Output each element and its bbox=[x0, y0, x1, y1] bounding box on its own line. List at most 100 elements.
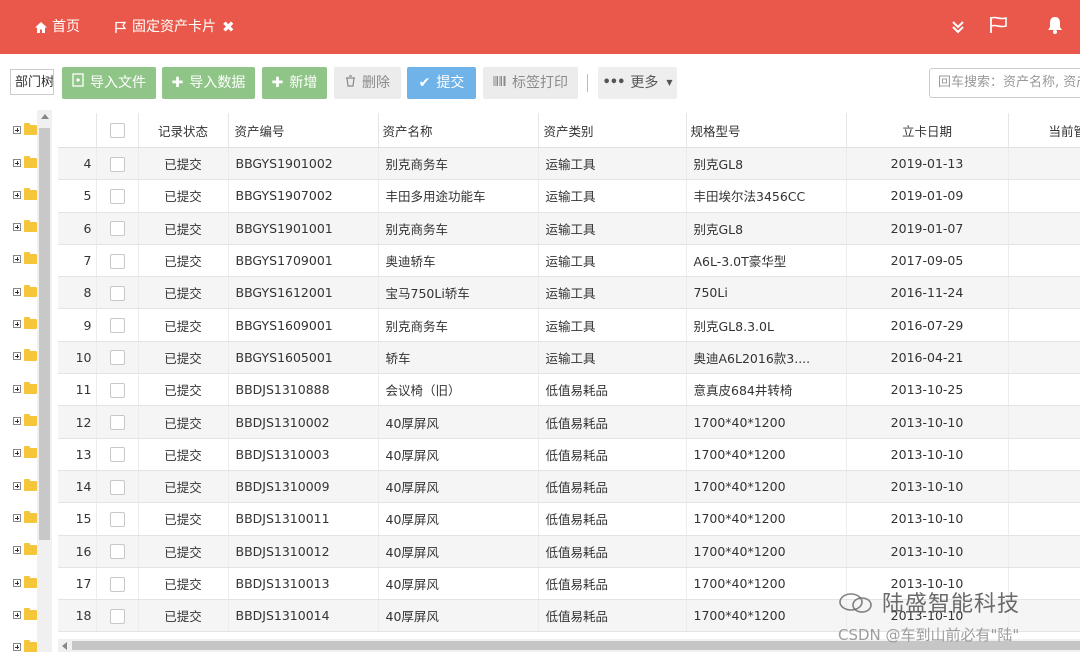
table-row[interactable]: 4 已提交 BBGYS1901002 别克商务车 运输工具 别克GL8 2019-01-13… bbox=[58, 147, 1080, 181]
header-select-all[interactable] bbox=[96, 113, 139, 148]
expand-plus-icon[interactable] bbox=[13, 417, 21, 425]
expand-plus-icon[interactable] bbox=[13, 579, 21, 587]
close-icon[interactable]: ✖ bbox=[222, 1, 235, 53]
table-row[interactable]: 15 已提交 BBDJS1310011 40厚屏风 低值易耗品 1700*40*1200 2… bbox=[58, 502, 1080, 536]
header-name[interactable]: 资产名称 bbox=[378, 113, 539, 148]
row-checkbox[interactable] bbox=[109, 447, 125, 463]
tree-scrollbar-thumb[interactable] bbox=[39, 128, 50, 540]
table-row[interactable]: 11 已提交 BBDJS1310888 会议椅（旧） 低值易耗品 意真皮684井转椅 201… bbox=[58, 373, 1080, 407]
row-checkbox[interactable] bbox=[109, 221, 125, 237]
table-row[interactable]: 8 已提交 BBGYS1612001 宝马750Li轿车 运输工具 750Li 2016-1… bbox=[58, 276, 1080, 310]
header-date[interactable]: 立卡日期 bbox=[846, 113, 1009, 148]
expand-plus-icon[interactable] bbox=[13, 546, 21, 554]
header-status[interactable]: 记录状态 bbox=[138, 113, 229, 148]
tree-node[interactable] bbox=[13, 123, 39, 136]
tree-node[interactable] bbox=[13, 188, 39, 201]
select-all-checkbox[interactable] bbox=[109, 123, 125, 138]
cell-date: 2013-10-25 bbox=[846, 373, 1009, 407]
expand-plus-icon[interactable] bbox=[13, 514, 21, 522]
bell-icon[interactable] bbox=[1046, 15, 1064, 35]
tab-asset-card[interactable]: 固定资产卡片 ✖ bbox=[114, 0, 235, 54]
tree-node[interactable] bbox=[13, 576, 39, 589]
expand-plus-icon[interactable] bbox=[13, 320, 21, 328]
table-row[interactable]: 16 已提交 BBDJS1310012 40厚屏风 低值易耗品 1700*40*1200 2… bbox=[58, 535, 1080, 568]
row-checkbox[interactable] bbox=[109, 156, 125, 172]
tree-node[interactable] bbox=[13, 446, 39, 459]
cell-code: BBGYS1901002 bbox=[228, 147, 379, 181]
add-button[interactable]: ✚ 新增 bbox=[262, 67, 327, 99]
trash-icon bbox=[345, 67, 356, 99]
tree-node[interactable] bbox=[13, 414, 39, 427]
more-dropdown[interactable]: ••• 更多 ▼ bbox=[598, 67, 677, 99]
tree-node[interactable] bbox=[13, 608, 39, 621]
tree-node[interactable] bbox=[13, 511, 39, 524]
row-checkbox[interactable] bbox=[109, 415, 125, 431]
tree-node[interactable] bbox=[13, 317, 39, 330]
cell-status: 已提交 bbox=[138, 567, 229, 601]
table-row[interactable]: 9 已提交 BBGYS1609001 别克商务车 运输工具 别克GL8.3.0L 2016-… bbox=[58, 308, 1080, 342]
dept-tree-selector[interactable]: 部门树 bbox=[10, 69, 54, 95]
expand-plus-icon[interactable] bbox=[13, 352, 21, 360]
expand-plus-icon[interactable] bbox=[13, 385, 21, 393]
cell-code: BBDJS1310011 bbox=[228, 502, 379, 536]
tree-node[interactable] bbox=[13, 285, 39, 298]
header-model[interactable]: 规格型号 bbox=[686, 113, 847, 148]
expand-plus-icon[interactable] bbox=[13, 449, 21, 457]
submit-button[interactable]: ✔ 提交 bbox=[407, 67, 476, 99]
table-row[interactable]: 12 已提交 BBDJS1310002 40厚屏风 低值易耗品 1700*40*1200 2… bbox=[58, 405, 1080, 439]
expand-plus-icon[interactable] bbox=[13, 255, 21, 263]
header-code[interactable]: 资产编号 bbox=[228, 113, 379, 148]
row-checkbox[interactable] bbox=[109, 318, 125, 334]
expand-plus-icon[interactable] bbox=[13, 643, 21, 651]
scroll-up-arrow-icon[interactable] bbox=[41, 114, 49, 119]
header-mgmt-status[interactable]: 当前管理状态 bbox=[1008, 113, 1080, 148]
tree-node[interactable] bbox=[13, 543, 39, 556]
table-row[interactable]: 6 已提交 BBGYS1901001 别克商务车 运输工具 别克GL8 2019-01-07… bbox=[58, 212, 1080, 245]
print-label-button[interactable]: 标签打印 bbox=[483, 67, 578, 99]
tree-node[interactable] bbox=[13, 220, 39, 233]
row-checkbox[interactable] bbox=[109, 544, 125, 560]
expand-plus-icon[interactable] bbox=[13, 482, 21, 490]
delete-button[interactable]: 删除 bbox=[334, 67, 401, 99]
expand-plus-icon[interactable] bbox=[13, 126, 21, 134]
table-row[interactable]: 13 已提交 BBDJS1310003 40厚屏风 低值易耗品 1700*40*1200 2… bbox=[58, 438, 1080, 471]
scroll-left-arrow-icon[interactable] bbox=[62, 642, 67, 650]
row-checkbox[interactable] bbox=[109, 382, 125, 398]
tree-node[interactable] bbox=[13, 252, 39, 265]
expand-plus-icon[interactable] bbox=[13, 611, 21, 619]
expand-plus-icon[interactable] bbox=[13, 159, 21, 167]
row-checkbox[interactable] bbox=[109, 608, 125, 624]
tab-home[interactable]: 首页 bbox=[34, 0, 80, 54]
watermark-company: 陆盛智能科技 bbox=[882, 592, 1021, 617]
cell-status: 已提交 bbox=[138, 373, 229, 407]
caret-down-icon: ▼ bbox=[666, 78, 673, 87]
tree-node[interactable] bbox=[13, 156, 39, 169]
double-chevron-down-icon[interactable] bbox=[950, 19, 966, 35]
flag-outline-icon[interactable] bbox=[989, 16, 1009, 34]
expand-plus-icon[interactable] bbox=[13, 223, 21, 231]
row-checkbox[interactable] bbox=[109, 350, 125, 366]
import-data-button[interactable]: ✚ 导入数据 bbox=[162, 67, 255, 99]
import-file-button[interactable]: 导入文件 bbox=[62, 67, 156, 99]
row-checkbox[interactable] bbox=[109, 188, 125, 204]
row-checkbox[interactable] bbox=[109, 511, 125, 527]
row-checkbox-cell bbox=[96, 470, 139, 504]
table-row[interactable]: 5 已提交 BBGYS1907002 丰田多用途功能车 运输工具 丰田埃尔法3456CC 2… bbox=[58, 179, 1080, 213]
table-row[interactable]: 14 已提交 BBDJS1310009 40厚屏风 低值易耗品 1700*40*1200 2… bbox=[58, 470, 1080, 504]
row-checkbox[interactable] bbox=[109, 576, 125, 592]
expand-plus-icon[interactable] bbox=[13, 191, 21, 199]
table-row[interactable]: 7 已提交 BBGYS1709001 奥迪轿车 运输工具 A6L-3.0T豪华型 2017-… bbox=[58, 244, 1080, 278]
tree-node[interactable] bbox=[13, 479, 39, 492]
row-checkbox[interactable] bbox=[109, 285, 125, 301]
row-checkbox[interactable] bbox=[109, 253, 125, 269]
cell-mgmt-status: 在用 bbox=[1008, 405, 1080, 439]
search-input[interactable]: 回车搜索：资产名称, 资产编号 bbox=[929, 68, 1080, 98]
row-checkbox[interactable] bbox=[109, 479, 125, 495]
tree-node[interactable] bbox=[13, 382, 39, 395]
expand-plus-icon[interactable] bbox=[13, 288, 21, 296]
table-row[interactable]: 10 已提交 BBGYS1605001 轿车 运输工具 奥迪A6L2016款3.... 20… bbox=[58, 341, 1080, 375]
tree-node[interactable] bbox=[13, 640, 39, 653]
tree-node[interactable] bbox=[13, 349, 39, 362]
header-category[interactable]: 资产类别 bbox=[538, 113, 687, 148]
row-checkbox-cell bbox=[96, 244, 139, 278]
